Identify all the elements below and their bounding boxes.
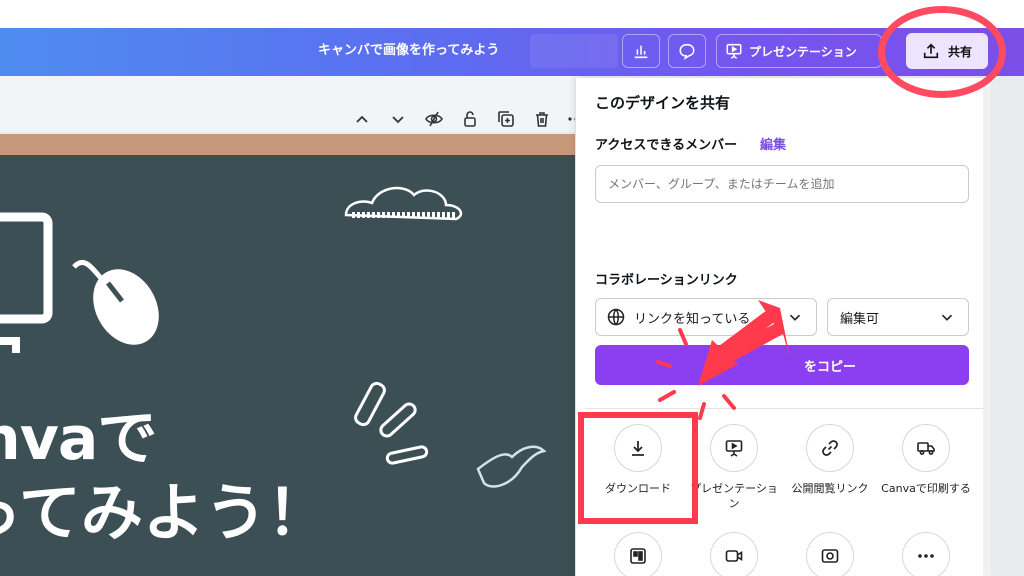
public-view-link-label: 公開閲覧リンク [791, 482, 869, 495]
highlight-box-download [578, 412, 698, 524]
more-share-options[interactable] [881, 532, 971, 576]
title-placeholder-box [530, 34, 618, 68]
video-icon [725, 550, 743, 562]
embed-icon [821, 549, 839, 563]
duplicate-icon[interactable] [496, 109, 516, 129]
copy-link-label: をコピー [803, 359, 856, 375]
presentation-option-label: プレゼンテーション [690, 482, 778, 510]
design-title[interactable]: キャンバで画像を作ってみよう [318, 39, 499, 58]
canva-editor-screen: nvaで ってみよう！ キャンバで画像を作ってみよう プレゼンテーション 共有 … [0, 0, 1024, 576]
element-toolbar [0, 76, 580, 132]
presentation-option[interactable]: プレゼンテーション [689, 424, 779, 511]
access-members-label: アクセスできるメンバー [595, 138, 738, 153]
lock-icon[interactable] [460, 109, 480, 129]
print-option-circle [902, 424, 950, 472]
template-option[interactable] [593, 532, 683, 576]
print-with-canva-label: Canvaで印刷する [881, 482, 971, 495]
panel-scrollbar[interactable] [983, 80, 991, 576]
present-button-label: プレゼンテーション [749, 44, 857, 59]
public-view-link-option[interactable]: 公開閲覧リンク [785, 424, 875, 496]
chevron-down-icon[interactable] [388, 109, 408, 129]
video-option-circle [710, 532, 758, 576]
presentation-icon [725, 440, 743, 457]
bar-chart-icon [634, 45, 648, 59]
presentation-icon [726, 43, 742, 59]
permission-dropdown[interactable]: 編集可 [827, 298, 969, 336]
highlight-ellipse-share [878, 6, 1006, 98]
more-options-circle [902, 532, 950, 576]
template-option-circle [614, 532, 662, 576]
globe-icon [607, 308, 625, 326]
video-option[interactable] [689, 532, 779, 576]
public-view-link-circle [806, 424, 854, 472]
hide-icon[interactable] [424, 109, 444, 129]
print-with-canva-option[interactable]: Canvaで印刷する [881, 424, 971, 496]
editor-header: キャンバで画像を作ってみよう プレゼンテーション 共有 [0, 28, 1024, 76]
chevron-up-icon[interactable] [352, 109, 372, 129]
collaboration-link-label: コラボレーションリンク [595, 273, 738, 288]
permission-value: 編集可 [840, 311, 880, 327]
template-icon [630, 548, 646, 564]
share-panel-title: このデザインを共有 [595, 94, 731, 112]
pointer-arrow-icon [656, 300, 790, 420]
chevron-down-icon [941, 314, 953, 321]
presentation-option-circle [710, 424, 758, 472]
trash-icon[interactable] [532, 109, 552, 129]
comment-icon [679, 43, 695, 60]
comment-button[interactable] [668, 34, 706, 68]
insights-button[interactable] [622, 34, 660, 68]
present-button[interactable]: プレゼンテーション [716, 34, 882, 68]
board-heading-line2: ってみよう！ [0, 476, 329, 549]
more-icon [918, 554, 934, 558]
embed-option-circle [806, 532, 854, 576]
truck-icon [917, 442, 935, 455]
embed-option[interactable] [785, 532, 875, 576]
access-edit-link[interactable]: 編集 [760, 134, 786, 153]
add-member-input[interactable] [595, 165, 969, 203]
link-icon [822, 440, 838, 456]
